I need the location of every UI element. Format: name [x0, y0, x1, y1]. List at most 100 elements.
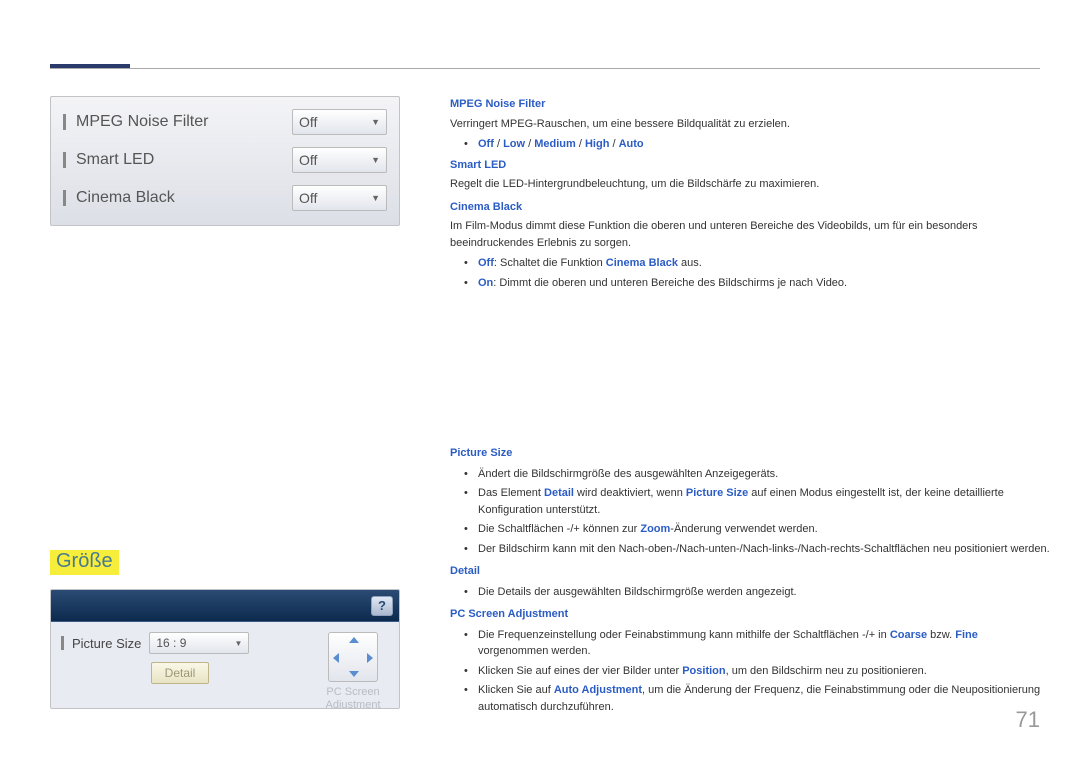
heading-picsize: Picture Size	[450, 445, 1050, 462]
picsize-b2: Das Element Detail wird deaktiviert, wen…	[450, 485, 1050, 518]
t: wird deaktiviert, wenn	[574, 487, 686, 499]
pc-screen-label: PC Screen Adjustment	[325, 686, 380, 709]
panel1-row-smartled: Smart LED Off ▼	[63, 141, 387, 179]
chevron-down-icon: ▼	[234, 639, 242, 648]
opt-low: Low	[503, 138, 525, 150]
t: Die Schaltflächen -/+ können zur	[478, 523, 640, 535]
cinema-off: Off: Schaltet die Funktion Cinema Black …	[450, 255, 1050, 272]
help-icon: ?	[378, 598, 386, 613]
t: Picture Size	[686, 487, 748, 499]
pc-label-line2: Adjustment	[325, 699, 380, 709]
mpeg-options-list: Off / Low / Medium / High / Auto	[450, 136, 1050, 153]
heading-mpeg: MPEG Noise Filter	[450, 96, 1050, 113]
cinema-on-label: On	[478, 277, 493, 289]
t: Detail	[544, 487, 574, 499]
t: Das Element	[478, 487, 544, 499]
pcscreen-list: Die Frequenzeinstellung oder Feinabstimm…	[450, 627, 1050, 716]
t: Klicken Sie auf	[478, 684, 554, 696]
position-dpad[interactable]	[328, 632, 378, 682]
combo-value: 16 : 9	[156, 636, 186, 650]
detail-b1: Die Details der ausgewählten Bildschirmg…	[450, 584, 1050, 601]
cinema-on: On: Dimmt die oberen und unteren Bereich…	[450, 275, 1050, 292]
spacer	[450, 295, 1050, 445]
panel1-label: Smart LED	[76, 151, 282, 169]
left-column: MPEG Noise Filter Off ▼ Smart LED Off ▼ …	[50, 96, 400, 709]
heading-cinema: Cinema Black	[450, 199, 1050, 216]
cinema-off-text: : Schaltet die Funktion	[494, 257, 606, 269]
panel1-label: MPEG Noise Filter	[76, 113, 282, 131]
arrow-right-icon	[367, 653, 373, 663]
arrow-left-icon	[333, 653, 339, 663]
chevron-down-icon: ▼	[371, 193, 380, 203]
heading-smartled: Smart LED	[450, 157, 1050, 174]
panel1-row-cinema: Cinema Black Off ▼	[63, 179, 387, 217]
panel2-left: Picture Size 16 : 9 ▼ Detail	[61, 632, 305, 684]
page-number: 71	[1016, 707, 1040, 733]
t: Auto Adjustment	[554, 684, 642, 696]
picsize-b4: Der Bildschirm kann mit den Nach-oben-/N…	[450, 541, 1050, 558]
t: vorgenommen werden.	[478, 645, 591, 657]
pcscreen-b2: Klicken Sie auf eines der vier Bilder un…	[450, 663, 1050, 680]
opt-high: High	[585, 138, 609, 150]
mpeg-options: Off / Low / Medium / High / Auto	[450, 136, 1050, 153]
cinema-off-ref: Cinema Black	[606, 257, 678, 269]
opt-auto: Auto	[619, 138, 644, 150]
row-marker-icon	[63, 114, 66, 130]
t: , um den Bildschirm neu zu positionieren…	[726, 665, 927, 677]
picsize-list: Ändert die Bildschirmgröße des ausgewähl…	[450, 466, 1050, 558]
picture-size-row: Picture Size 16 : 9 ▼	[61, 632, 305, 654]
panel2-right: PC Screen Adjustment	[317, 632, 389, 709]
row-marker-icon	[63, 152, 66, 168]
picture-size-label: Picture Size	[72, 636, 141, 651]
picture-size-combo[interactable]: 16 : 9 ▼	[149, 632, 249, 654]
cinema-combo[interactable]: Off ▼	[292, 185, 387, 211]
pc-label-line1: PC Screen	[326, 686, 379, 698]
detail-button[interactable]: Detail	[151, 662, 209, 684]
cinema-desc: Im Film-Modus dimmt diese Funktion die o…	[450, 218, 1050, 251]
t: Klicken Sie auf eines der vier Bilder un…	[478, 665, 682, 677]
detail-list: Die Details der ausgewählten Bildschirmg…	[450, 584, 1050, 601]
picsize-b1: Ändert die Bildschirmgröße des ausgewähl…	[450, 466, 1050, 483]
header-divider	[50, 68, 1040, 69]
smartled-combo[interactable]: Off ▼	[292, 147, 387, 173]
pcscreen-b1: Die Frequenzeinstellung oder Feinabstimm…	[450, 627, 1050, 660]
chevron-down-icon: ▼	[371, 117, 380, 127]
cinema-list: Off: Schaltet die Funktion Cinema Black …	[450, 255, 1050, 291]
t: Position	[682, 665, 725, 677]
opt-off: Off	[478, 138, 494, 150]
panel2-body: Picture Size 16 : 9 ▼ Detail PC Screen	[51, 622, 399, 709]
t: Zoom	[640, 523, 670, 535]
t: Fine	[955, 629, 978, 641]
cinema-on-text: : Dimmt die oberen und unteren Bereiche …	[493, 277, 847, 289]
smartled-desc: Regelt die LED-Hintergrundbeleuchtung, u…	[450, 176, 1050, 193]
settings-panel-2: ? Picture Size 16 : 9 ▼ Detail	[50, 589, 400, 709]
picsize-b3: Die Schaltflächen -/+ können zur Zoom-Än…	[450, 521, 1050, 538]
row-marker-icon	[61, 636, 64, 650]
t: -Änderung verwendet werden.	[670, 523, 817, 535]
chevron-down-icon: ▼	[371, 155, 380, 165]
section-title-groesse: Größe	[50, 550, 119, 575]
panel1-row-mpeg: MPEG Noise Filter Off ▼	[63, 103, 387, 141]
panel1-label: Cinema Black	[76, 189, 282, 207]
t: Die Frequenzeinstellung oder Feinabstimm…	[478, 629, 890, 641]
t: bzw.	[927, 629, 955, 641]
arrow-down-icon	[349, 671, 359, 677]
heading-detail: Detail	[450, 563, 1050, 580]
mpeg-desc: Verringert MPEG-Rauschen, um eine besser…	[450, 116, 1050, 133]
opt-medium: Medium	[534, 138, 576, 150]
pcscreen-b3: Klicken Sie auf Auto Adjustment, um die …	[450, 682, 1050, 715]
right-column: MPEG Noise Filter Verringert MPEG-Rausch…	[450, 96, 1050, 719]
t: Coarse	[890, 629, 927, 641]
combo-value: Off	[299, 114, 317, 130]
cinema-off-label: Off	[478, 257, 494, 269]
arrow-up-icon	[349, 637, 359, 643]
detail-button-label: Detail	[165, 666, 196, 680]
row-marker-icon	[63, 190, 66, 206]
mpeg-combo[interactable]: Off ▼	[292, 109, 387, 135]
combo-value: Off	[299, 190, 317, 206]
settings-panel-1: MPEG Noise Filter Off ▼ Smart LED Off ▼ …	[50, 96, 400, 226]
panel2-titlebar: ?	[51, 590, 399, 622]
help-button[interactable]: ?	[371, 596, 393, 616]
heading-pcscreen: PC Screen Adjustment	[450, 606, 1050, 623]
combo-value: Off	[299, 152, 317, 168]
